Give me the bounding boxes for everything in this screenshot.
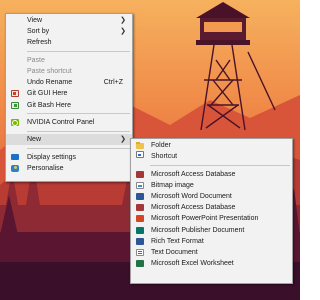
menu-item-label: Paste shortcut [27,67,72,75]
menu-item-label: NVIDIA Control Panel [27,118,95,126]
menu-separator [27,130,130,132]
menu-item-undo-rename[interactable]: Undo Rename Ctrl+Z [6,77,132,88]
submenu-item-shortcut[interactable]: Shortcut [131,151,292,162]
new-submenu: Folder Shortcut Microsoft Access Databas… [130,138,293,284]
submenu-item-powerpoint-presentation[interactable]: Microsoft PowerPoint Presentation [131,213,292,224]
chevron-right-icon: ❯ [120,28,126,36]
powerpoint-icon [136,215,144,223]
menu-item-label: Git GUI Here [27,90,68,98]
menu-item-label: Undo Rename [27,79,73,87]
menu-item-paste-shortcut[interactable]: Paste shortcut [6,66,132,77]
menu-item-label: Display settings [27,153,77,161]
menu-item-label: Text Document [151,248,198,256]
rtf-icon [136,237,144,245]
word-icon [136,192,144,200]
menu-item-nvidia-control-panel[interactable]: NVIDIA Control Panel [6,117,132,128]
submenu-item-bitmap-image[interactable]: Bitmap image [131,180,292,191]
keyboard-shortcut: Ctrl+Z [103,79,123,87]
menu-item-label: Shortcut [151,153,178,161]
menu-separator [150,164,290,166]
menu-item-sort-by[interactable]: Sort by ❯ [6,26,132,37]
menu-item-label: Personalise [27,164,64,172]
submenu-item-text-document[interactable]: Text Document [131,247,292,258]
menu-item-label: New [27,136,42,144]
access-icon [136,170,144,178]
chevron-right-icon: ❯ [120,136,126,144]
menu-item-paste[interactable]: Paste [6,55,132,66]
submenu-item-publisher-document[interactable]: Microsoft Publisher Document [131,225,292,236]
menu-separator [27,51,130,53]
submenu-item-rich-text-format[interactable]: Rich Text Format [131,236,292,247]
submenu-item-access-database-2[interactable]: Microsoft Access Database [131,202,292,213]
menu-item-personalise[interactable]: Personalise [6,163,132,174]
submenu-item-excel-worksheet[interactable]: Microsoft Excel Worksheet [131,258,292,269]
menu-separator [27,113,130,115]
menu-item-view[interactable]: View ❯ [6,15,132,26]
menu-item-label: Microsoft Access Database [151,204,236,212]
menu-item-label: Microsoft PowerPoint Presentation [151,215,259,223]
git-bash-icon [11,101,19,109]
folder-icon [136,141,144,149]
menu-item-label: Microsoft Publisher Document [151,226,245,234]
menu-item-label: Paste [27,56,45,64]
menu-item-git-bash-here[interactable]: Git Bash Here [6,100,132,111]
bitmap-icon [136,181,144,189]
menu-item-display-settings[interactable]: Display settings [6,152,132,163]
chevron-right-icon: ❯ [120,17,126,24]
excel-icon [136,260,144,268]
publisher-icon [136,226,144,234]
menu-item-git-gui-here[interactable]: Git GUI Here [6,88,132,99]
menu-item-label: Microsoft Excel Worksheet [151,260,234,268]
menu-item-label: Bitmap image [151,181,194,189]
git-gui-icon [11,90,19,98]
menu-item-refresh[interactable]: Refresh [6,37,132,48]
text-document-icon [136,248,144,256]
menu-item-label: Folder [151,142,171,149]
personalise-icon [11,164,19,172]
menu-item-label: Rich Text Format [151,237,204,245]
menu-item-label: Microsoft Access Database [151,170,236,178]
menu-item-label: Microsoft Word Document [151,192,232,200]
submenu-item-access-database[interactable]: Microsoft Access Database [131,169,292,180]
submenu-item-folder[interactable]: Folder [131,140,292,151]
menu-item-new[interactable]: New ❯ [6,134,132,146]
submenu-item-word-document[interactable]: Microsoft Word Document [131,191,292,202]
shortcut-icon [136,151,144,159]
menu-item-label: View [27,17,43,24]
menu-item-label: Refresh [27,39,52,47]
nvidia-icon [11,118,19,126]
display-settings-icon [11,154,19,161]
menu-separator [27,148,130,150]
menu-item-label: Git Bash Here [27,101,71,109]
access-icon [136,204,144,212]
menu-item-label: Sort by [27,28,50,36]
desktop-context-menu: View ❯ Sort by ❯ Refresh Paste Paste sho… [5,13,133,182]
